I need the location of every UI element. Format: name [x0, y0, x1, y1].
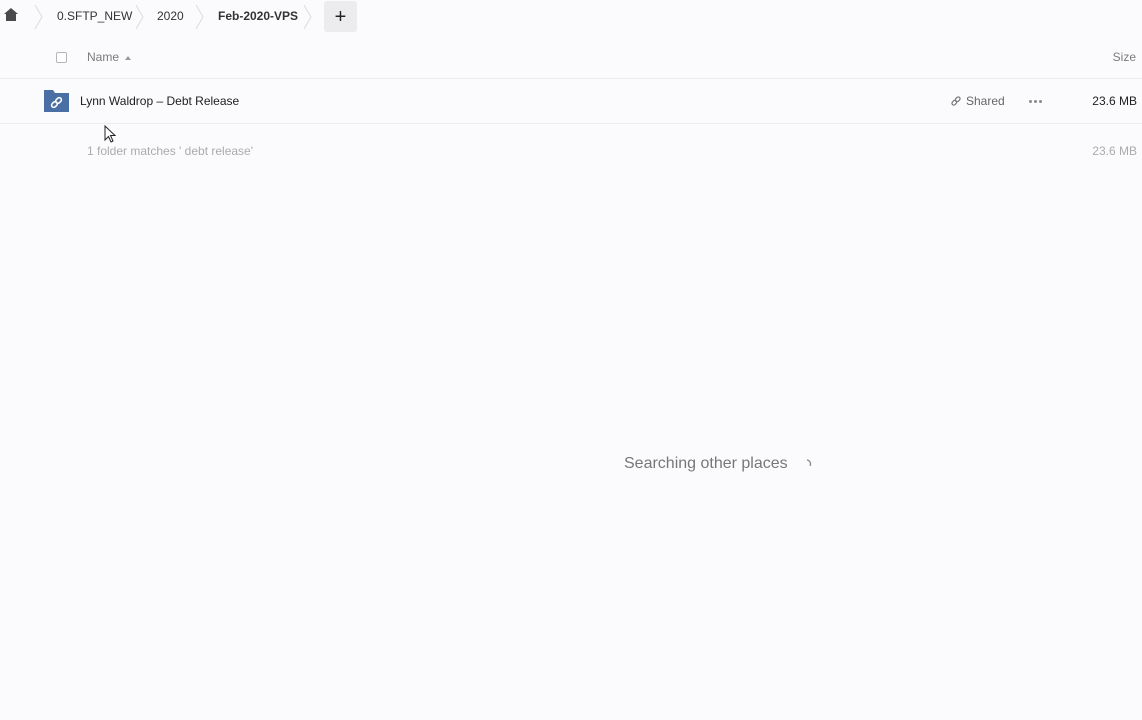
shared-button[interactable]: Shared: [950, 94, 1005, 108]
file-list-header: Name Size: [0, 36, 1142, 79]
home-icon[interactable]: [4, 8, 20, 24]
mouse-cursor-icon: [104, 125, 117, 143]
file-size: 23.6 MB: [1092, 94, 1137, 108]
more-options-icon[interactable]: [1024, 91, 1046, 111]
sort-by-size-button[interactable]: Size: [1113, 50, 1136, 64]
sort-ascending-icon: [125, 55, 132, 60]
add-new-button[interactable]: +: [324, 1, 357, 32]
breadcrumb: 0.SFTP_NEW 2020 Feb-2020-VPS +: [0, 0, 1142, 34]
link-icon: [951, 96, 961, 106]
searching-label: Searching other places: [624, 455, 788, 472]
column-name-label: Name: [87, 50, 120, 64]
shared-label: Shared: [966, 94, 1005, 108]
searching-status: Searching other places: [624, 455, 812, 473]
chevron-right-icon: [135, 4, 145, 30]
chevron-right-icon: [34, 4, 44, 30]
breadcrumb-item-sftp-new[interactable]: 0.SFTP_NEW: [57, 9, 132, 23]
table-row[interactable]: Lynn Waldrop – Debt Release Shared 23.6 …: [0, 79, 1142, 124]
loading-spinner-icon: [806, 459, 811, 467]
search-summary: 1 folder matches ' debt release': [87, 144, 254, 158]
file-name[interactable]: Lynn Waldrop – Debt Release: [80, 94, 239, 108]
chevron-right-icon: [303, 4, 313, 30]
sort-by-name-button[interactable]: Name: [87, 50, 132, 64]
select-all-checkbox[interactable]: [56, 52, 67, 63]
breadcrumb-item-2020[interactable]: 2020: [157, 9, 184, 23]
shared-folder-icon: [44, 90, 69, 112]
chevron-right-icon: [195, 4, 205, 30]
breadcrumb-item-current[interactable]: Feb-2020-VPS: [218, 9, 298, 23]
summary-size: 23.6 MB: [1092, 144, 1137, 158]
